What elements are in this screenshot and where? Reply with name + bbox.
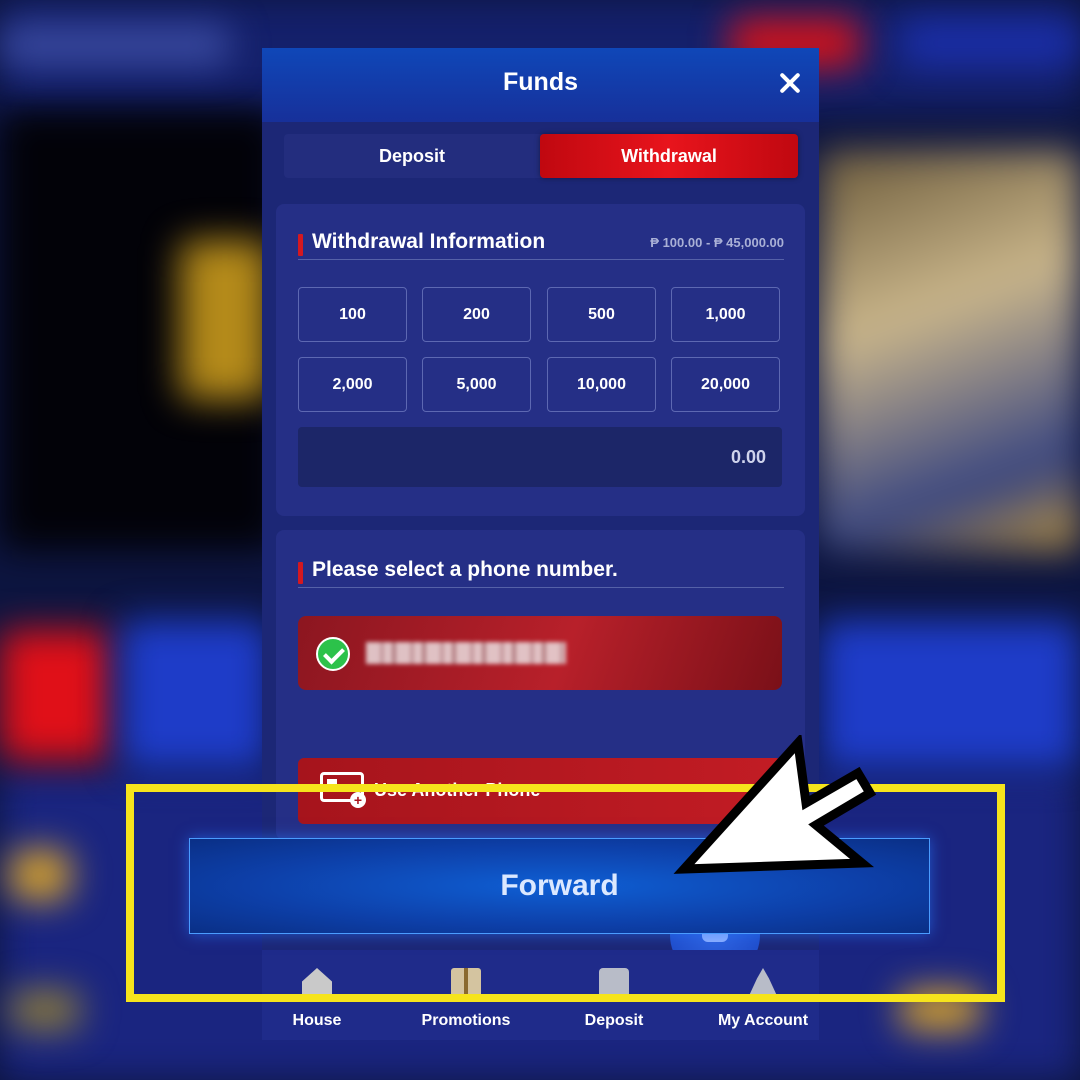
amount-option[interactable]: 1,000 xyxy=(671,287,780,342)
selected-phone-option[interactable] xyxy=(298,616,782,690)
section-title: Withdrawal Information xyxy=(312,230,546,253)
modal-header: Funds xyxy=(262,48,819,122)
phone-section-header: Please select a phone number. xyxy=(298,558,784,588)
modal-title: Funds xyxy=(503,68,578,96)
withdrawal-info-card: Withdrawal Information ₱ 100.00 - ₱ 45,0… xyxy=(276,204,805,516)
nav-label: House xyxy=(292,1012,342,1029)
accent-bar xyxy=(298,562,303,584)
nav-label: Promotions xyxy=(421,1012,511,1029)
amount-option[interactable]: 5,000 xyxy=(422,357,531,412)
amount-option[interactable]: 100 xyxy=(298,287,407,342)
accent-bar xyxy=(298,234,303,256)
amount-option[interactable]: 200 xyxy=(422,287,531,342)
section-title: Please select a phone number. xyxy=(312,558,618,581)
pointer-arrow-icon xyxy=(673,735,877,874)
blurred-phone-number xyxy=(366,642,566,664)
amount-option[interactable]: 10,000 xyxy=(547,357,656,412)
amount-option[interactable]: 20,000 xyxy=(671,357,780,412)
close-icon[interactable] xyxy=(777,70,803,96)
tab-withdrawal[interactable]: Withdrawal xyxy=(540,134,798,178)
amount-option[interactable]: 500 xyxy=(547,287,656,342)
nav-label: Deposit xyxy=(584,1012,644,1029)
withdrawal-range: ₱ 100.00 - ₱ 45,000.00 xyxy=(650,235,784,250)
amount-option[interactable]: 2,000 xyxy=(298,357,407,412)
amount-input[interactable]: 0.00 xyxy=(298,427,782,487)
nav-label: My Account xyxy=(717,1012,809,1029)
funds-tabs: Deposit Withdrawal xyxy=(284,134,798,178)
check-icon xyxy=(316,637,350,671)
withdrawal-info-header: Withdrawal Information ₱ 100.00 - ₱ 45,0… xyxy=(298,230,784,260)
tab-deposit[interactable]: Deposit xyxy=(284,134,540,178)
